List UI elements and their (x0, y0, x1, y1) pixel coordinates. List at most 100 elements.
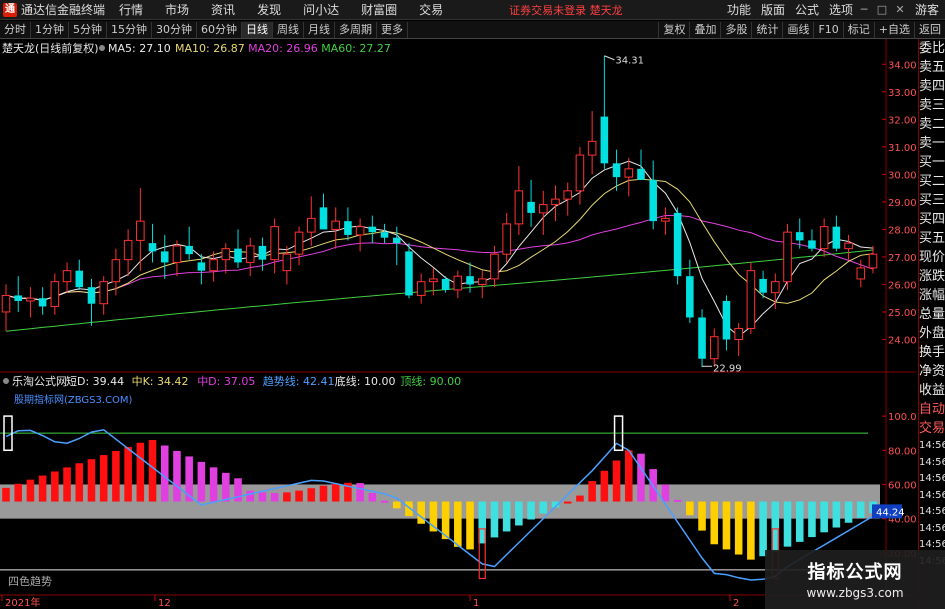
sidebar-item[interactable]: 卖四 (919, 77, 945, 96)
trend-bar (295, 490, 303, 502)
period-tab[interactable]: 更多 (377, 21, 408, 38)
trade-time: 14:56 (919, 473, 945, 484)
sidebar-item[interactable]: 涨跌 (919, 267, 945, 286)
toolbar-button[interactable]: 标记 (842, 22, 874, 38)
trend-bar (148, 440, 157, 502)
trade-time: 14:56 (919, 522, 945, 534)
sidebar-item[interactable]: 买二 (919, 172, 945, 191)
candle-body-up (355, 226, 365, 236)
right-menu-item[interactable]: 功能 (727, 1, 751, 18)
candle-body-up (209, 259, 218, 272)
right-menu-item[interactable]: 版面 (761, 1, 785, 18)
menu-item[interactable]: 财富圈 (361, 1, 397, 18)
sidebar-item[interactable]: 买五 (919, 229, 945, 248)
candle-body-up (245, 245, 255, 263)
sidebar-item[interactable]: 现价 (919, 248, 945, 267)
period-tab[interactable]: 30分钟 (152, 21, 197, 38)
candle-body-up (331, 220, 340, 230)
candle-body-up (306, 217, 316, 233)
price-tick-label: 27.00 (888, 253, 916, 264)
right-menu-item[interactable]: 选项 (829, 1, 853, 18)
sidebar-item[interactable]: 收益 (919, 381, 945, 400)
sidebar-item[interactable]: 卖三 (919, 96, 945, 115)
ma-label: MA20: 26.96 (248, 42, 318, 55)
trend-bar (783, 501, 792, 547)
period-tab[interactable]: 1分钟 (31, 21, 69, 38)
period-tab[interactable]: 多周期 (335, 21, 377, 38)
toolbar-button[interactable]: 画线 (782, 22, 813, 38)
candle-body-up (282, 253, 292, 272)
trend-bar (515, 501, 523, 526)
toolbar-button[interactable]: 多股 (720, 22, 751, 38)
trend-bar (112, 450, 120, 502)
sidebar-item[interactable]: 总量 (919, 305, 945, 324)
period-tab[interactable]: 日线 (242, 21, 273, 38)
trend-bar (197, 461, 206, 502)
candle-body-up (514, 190, 524, 225)
trend-bar (759, 501, 767, 557)
sidebar-item[interactable]: 买四 (919, 210, 945, 229)
sidebar-item[interactable]: 卖二 (919, 115, 945, 134)
trade-time: 14:56 (919, 440, 945, 451)
period-tab[interactable]: 周线 (273, 21, 304, 38)
login-warning[interactable]: 证券交易未登录 楚天龙 (509, 2, 623, 18)
period-tab[interactable]: 60分钟 (197, 21, 242, 38)
menu-item[interactable]: 市场 (165, 1, 189, 18)
period-tab[interactable]: 分时 (0, 21, 31, 38)
menu-item[interactable]: 交易 (419, 1, 443, 18)
sidebar-item[interactable]: 卖一 (919, 134, 945, 153)
trend-bar (124, 446, 132, 502)
toolbar-button[interactable]: 返回 (914, 22, 945, 38)
right-menu-item[interactable]: 公式 (795, 1, 819, 18)
sidebar-item[interactable]: 外盘 (919, 324, 945, 343)
menu-item[interactable]: 问小达 (303, 1, 339, 18)
sidebar-item[interactable]: 买三 (919, 191, 945, 210)
sidebar-item[interactable]: 买一 (919, 153, 945, 172)
toolbar-button[interactable]: 统计 (751, 22, 782, 38)
period-tab[interactable]: 月线 (304, 21, 335, 38)
high-label: 34.31 (615, 56, 644, 67)
trend-bar (307, 488, 316, 502)
trend-bar (2, 487, 10, 502)
candle-body-down (649, 179, 657, 222)
maximize-icon[interactable]: □ (873, 0, 891, 20)
sidebar-item[interactable]: 换手 (919, 343, 945, 362)
toolbar-button[interactable]: 复权 (658, 22, 689, 38)
toolbar-button[interactable]: 叠加 (689, 22, 720, 38)
period-tab[interactable]: 5分钟 (69, 21, 107, 38)
close-icon[interactable]: ✕ (891, 0, 909, 20)
kline-chart[interactable]: 楚天龙(日线前复权) MA5: 27.10 MA10: 26.87 MA20: 26.… (0, 39, 916, 609)
minimize-icon[interactable]: ─ (855, 0, 873, 20)
trend-bar (331, 483, 340, 502)
sidebar-item[interactable]: 委比 (919, 39, 945, 58)
toolbar-button[interactable]: F10 (813, 22, 842, 38)
menu-item[interactable]: 行情 (119, 1, 143, 18)
candle-body-up (844, 242, 853, 250)
date-label: 2 (733, 598, 739, 609)
sidebar-item[interactable]: 涨幅 (919, 286, 945, 305)
site-watermark: 指标公式网 www.zbgs3.com (765, 550, 945, 609)
menu-item[interactable]: 资讯 (211, 1, 235, 18)
low-label: 22.99 (713, 363, 742, 374)
trend-bar (51, 471, 59, 502)
trade-time: 14:56 (919, 489, 945, 501)
sidebar-item[interactable]: 卖五 (919, 58, 945, 77)
ma-label: MA60: 27.27 (321, 42, 391, 55)
candle-body-up (551, 198, 560, 206)
guest-label[interactable]: 游客 (915, 1, 939, 18)
period-toolbar: 分时 1分钟 5分钟 15分钟 30分钟 60分钟 日线 周线 月线 多周期 更多 复权 叠加 多股 统计… (0, 21, 945, 39)
trend-bar (454, 501, 462, 547)
trend-bar (734, 501, 743, 555)
candle-body-down (38, 298, 47, 307)
menu-item[interactable]: 发现 (257, 1, 281, 18)
trend-bar (258, 492, 267, 502)
sidebar-trade-item[interactable]: 自动 (919, 400, 945, 419)
price-tick-label: 26.00 (888, 280, 916, 291)
trend-bar (490, 501, 499, 538)
period-tab[interactable]: 15分钟 (107, 21, 152, 38)
sidebar-trade-item[interactable]: 交易 (919, 419, 945, 438)
price-tick-label: 24.00 (888, 335, 916, 346)
indicator-param: 底线: 10.00 (335, 374, 396, 388)
sidebar-item[interactable]: 净资 (919, 362, 945, 381)
toolbar-button[interactable]: +自选 (873, 22, 914, 38)
